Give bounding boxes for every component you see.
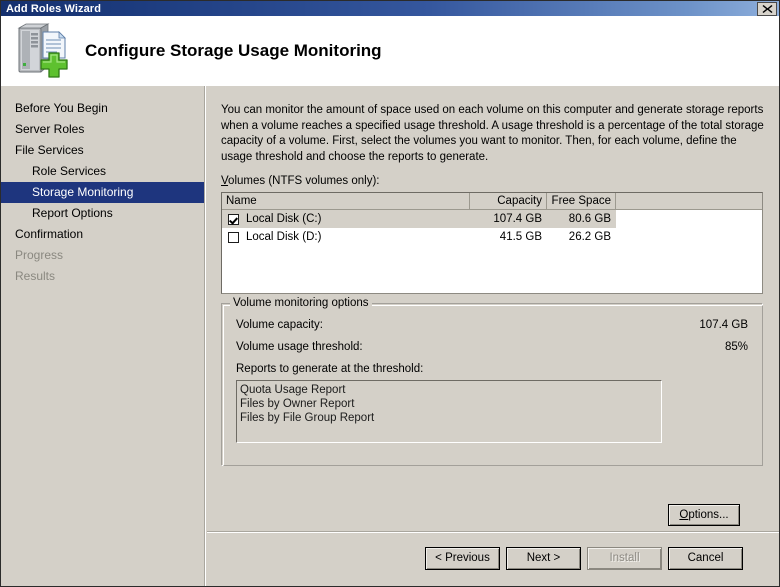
sidebar-item-progress: Progress <box>15 248 64 262</box>
volumes-label: Volumes (NTFS volumes only): <box>221 175 380 187</box>
footer-divider <box>207 531 779 533</box>
volume-monitoring-options-group: Volume monitoring options Volume capacit… <box>221 297 763 526</box>
volume-free-space-cell: 26.2 GB <box>568 231 611 243</box>
sidebar-item-file-services[interactable]: File Services <box>1 140 204 161</box>
volume-name-label: Local Disk (C:) <box>246 213 322 225</box>
table-row[interactable]: Local Disk (D:) 41.5 GB 26.2 GB <box>222 228 762 246</box>
options-button[interactable]: Options... <box>668 504 740 526</box>
list-item: Quota Usage Report <box>240 384 346 396</box>
volume-usage-threshold-row: Volume usage threshold: 85% <box>236 341 748 353</box>
close-button[interactable] <box>757 2 777 16</box>
volumes-table[interactable]: Name Capacity Free Space Local Disk (C:)… <box>221 192 763 294</box>
sidebar-item-confirmation[interactable]: Confirmation <box>1 224 204 245</box>
volume-checkbox[interactable] <box>228 231 239 243</box>
options-button-accel: O <box>679 509 689 521</box>
column-header-capacity[interactable]: Capacity <box>470 193 547 209</box>
sidebar-nav-list: Before You Begin Server Roles File Servi… <box>1 86 204 287</box>
volume-usage-threshold-label: Volume usage threshold: <box>236 341 363 353</box>
sidebar-item-server-roles[interactable]: Server Roles <box>1 119 204 140</box>
group-legend: Volume monitoring options <box>230 297 372 309</box>
volume-capacity-cell: 41.5 GB <box>499 231 542 243</box>
column-header-free-space[interactable]: Free Space <box>547 193 616 209</box>
window-title: Add Roles Wizard <box>6 2 102 15</box>
sidebar-item-results: Results <box>15 269 56 283</box>
volume-free-space-cell: 80.6 GB <box>547 210 616 228</box>
wizard-header: Configure Storage Usage Monitoring <box>1 16 779 86</box>
volume-name-cell: Local Disk (D:) <box>222 228 470 246</box>
volume-usage-threshold-value: 85% <box>724 341 748 353</box>
install-button: Install <box>587 547 662 570</box>
server-add-icon <box>17 23 68 78</box>
reports-to-generate-label: Reports to generate at the threshold: <box>236 363 424 375</box>
sidebar-content-divider <box>204 86 206 586</box>
previous-button[interactable]: < Previous <box>425 547 500 570</box>
sidebar-item-storage-monitoring[interactable]: Storage Monitoring <box>1 182 204 203</box>
table-row[interactable]: Local Disk (C:) 107.4 GB 80.6 GB <box>222 210 762 228</box>
reports-list: Quota Usage Report Files by Owner Report… <box>236 380 662 443</box>
next-button[interactable]: Next > <box>506 547 581 570</box>
volumes-label-accel: V <box>221 175 229 187</box>
footer-button-bar: < Previous Next > Install Cancel <box>425 547 743 570</box>
list-item: Files by Owner Report <box>240 398 355 410</box>
wizard-sidebar: Before You Begin Server Roles File Servi… <box>1 86 204 586</box>
volume-capacity-cell: 107.4 GB <box>470 210 547 228</box>
sidebar-item-report-options[interactable]: Report Options <box>1 203 204 224</box>
volumes-label-rest: olumes (NTFS volumes only): <box>228 175 380 187</box>
volume-filler-cell <box>616 228 762 246</box>
list-item: Files by File Group Report <box>240 412 375 424</box>
volume-capacity-label: Volume capacity: <box>236 319 323 331</box>
page-title: Configure Storage Usage Monitoring <box>85 41 382 60</box>
volume-capacity-value: 107.4 GB <box>699 319 748 331</box>
volume-name-cell: Local Disk (C:) <box>222 210 470 228</box>
title-bar[interactable]: Add Roles Wizard <box>1 1 779 16</box>
volume-checkbox[interactable] <box>228 213 239 225</box>
options-button-label: ptions... <box>688 509 729 521</box>
column-header-filler[interactable] <box>616 193 762 209</box>
column-header-name[interactable]: Name <box>222 193 470 209</box>
add-roles-wizard-window: Add Roles Wizard Configure Storage Usage… <box>0 0 780 587</box>
sidebar-item-role-services[interactable]: Role Services <box>1 161 204 182</box>
sidebar-item-before-you-begin[interactable]: Before You Begin <box>1 98 204 119</box>
table-header-row: Name Capacity Free Space <box>222 193 762 210</box>
cancel-button[interactable]: Cancel <box>668 547 743 570</box>
close-icon <box>762 5 772 13</box>
volume-name-label: Local Disk (D:) <box>246 231 322 243</box>
volume-capacity-row: Volume capacity: 107.4 GB <box>236 319 748 331</box>
volume-filler-cell <box>616 210 762 228</box>
intro-paragraph: You can monitor the amount of space used… <box>221 104 764 163</box>
wizard-content-pane: You can monitor the amount of space used… <box>207 86 779 586</box>
